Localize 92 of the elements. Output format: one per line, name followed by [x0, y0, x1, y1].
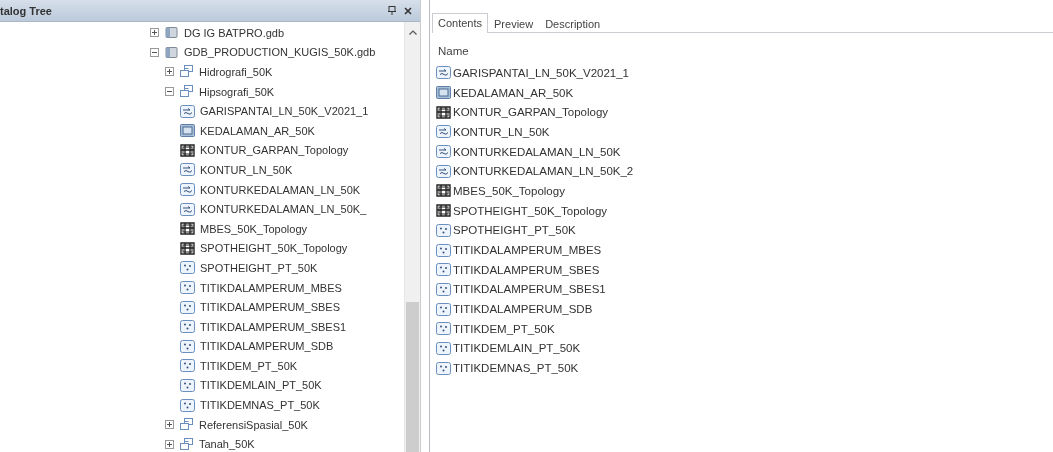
tree-item[interactable]: TITIKDEMNAS_PT_50K: [200, 399, 320, 412]
polygon-layer-icon: [180, 124, 195, 138]
tree-item[interactable]: TITIKDALAMPERUM_SDB: [200, 340, 334, 353]
panel-title: talog Tree: [0, 4, 52, 17]
list-item[interactable]: KEDALAMAN_AR_50K: [453, 86, 574, 99]
list-item[interactable]: TITIKDEM_PT_50K: [453, 322, 555, 335]
expand-icon[interactable]: [150, 28, 159, 38]
expand-icon[interactable]: [165, 439, 174, 449]
line-layer-icon: [436, 145, 451, 159]
list-item[interactable]: MBES_50K_Topology: [453, 184, 565, 197]
polygon-layer-icon: [436, 86, 451, 100]
tree-item[interactable]: KEDALAMAN_AR_50K: [200, 124, 315, 137]
list-item[interactable]: GARISPANTAI_LN_50K_V2021_1: [453, 66, 629, 79]
point-layer-icon: [436, 223, 451, 237]
database-icon: [164, 45, 179, 59]
tree-item[interactable]: GDB_PRODUCTION_KUGIS_50K.gdb: [184, 46, 376, 59]
tree-item[interactable]: TITIKDALAMPERUM_SBES1: [200, 320, 347, 333]
tree-item[interactable]: KONTURKEDALAMAN_LN_50K_: [200, 203, 367, 216]
tree-item[interactable]: Hidrografi_50K: [199, 66, 273, 78]
tree-item[interactable]: KONTURKEDALAMAN_LN_50K: [200, 183, 361, 196]
list-item[interactable]: TITIKDALAMPERUM_SDB: [453, 303, 593, 316]
dataset-icon: [179, 65, 194, 79]
close-icon[interactable]: [404, 6, 412, 15]
list-item[interactable]: TITIKDALAMPERUM_MBES: [453, 244, 602, 257]
tab[interactable]: Preview: [488, 14, 540, 33]
topology-icon: [436, 184, 451, 198]
list-item[interactable]: SPOTHEIGHT_50K_Topology: [453, 204, 608, 217]
column-header[interactable]: Name: [438, 45, 469, 57]
tree-item[interactable]: Tanah_50K: [199, 438, 255, 451]
tree-item[interactable]: GARISPANTAI_LN_50K_V2021_1: [200, 105, 369, 118]
tree-item[interactable]: KONTUR_LN_50K: [200, 163, 293, 176]
list-item[interactable]: KONTURKEDALAMAN_LN_50K_2: [453, 165, 634, 178]
list-item[interactable]: TITIKDEMNAS_PT_50K: [453, 362, 579, 375]
scrollbar[interactable]: [404, 22, 420, 452]
database-icon: [164, 26, 179, 40]
point-layer-icon: [180, 379, 195, 392]
scrollbar-thumb[interactable]: [406, 302, 419, 452]
point-layer-icon: [180, 281, 195, 294]
point-layer-icon: [436, 322, 451, 336]
tree-item[interactable]: TITIKDEM_PT_50K: [200, 359, 298, 372]
point-layer-icon: [180, 398, 195, 412]
topology-icon: [180, 241, 195, 255]
dataset-icon: [179, 85, 194, 99]
topology-icon: [436, 105, 451, 119]
tree-item[interactable]: TITIKDALAMPERUM_SBES: [200, 301, 340, 314]
list-item[interactable]: TITIKDALAMPERUM_SBES1: [453, 283, 606, 296]
line-layer-icon: [436, 125, 451, 139]
topology-icon: [436, 204, 451, 218]
point-layer-icon: [436, 302, 451, 316]
topology-icon: [180, 222, 195, 236]
collapse-icon[interactable]: [165, 87, 174, 97]
tree-item[interactable]: SPOTHEIGHT_50K_Topology: [200, 242, 348, 255]
line-layer-icon: [180, 104, 195, 118]
list-item[interactable]: TITIKDEMLAIN_PT_50K: [453, 342, 581, 355]
collapse-icon[interactable]: [150, 47, 159, 57]
point-layer-icon: [436, 341, 451, 355]
point-layer-icon: [436, 243, 451, 257]
tree-item[interactable]: Hipsografi_50K: [199, 85, 275, 98]
expand-icon[interactable]: [165, 67, 174, 77]
point-layer-icon: [436, 263, 451, 277]
expand-icon[interactable]: [165, 420, 174, 430]
line-layer-icon: [180, 183, 195, 197]
tree-item[interactable]: MBES_50K_Topology: [200, 222, 307, 235]
dataset-icon: [179, 418, 194, 432]
point-layer-icon: [180, 320, 195, 334]
point-layer-icon: [180, 339, 195, 353]
point-layer-icon: [180, 359, 195, 373]
point-layer-icon: [436, 282, 451, 296]
line-layer-icon: [436, 164, 451, 178]
topology-icon: [180, 143, 195, 157]
pin-icon[interactable]: [388, 6, 396, 15]
tree-item[interactable]: TITIKDALAMPERUM_MBES: [200, 281, 342, 294]
tree-item[interactable]: KONTUR_GARPAN_Topology: [200, 144, 349, 157]
line-layer-icon: [180, 163, 195, 177]
tree-item[interactable]: TITIKDEMLAIN_PT_50K: [200, 379, 322, 392]
point-layer-icon: [436, 361, 451, 375]
scroll-up-icon[interactable]: [408, 30, 417, 35]
list-item[interactable]: TITIKDALAMPERUM_SBES: [453, 263, 600, 276]
tree-item[interactable]: DG IG BATPRO.gdb: [184, 26, 285, 39]
list-item[interactable]: KONTUR_GARPAN_Topology: [453, 106, 609, 119]
point-layer-icon: [180, 300, 195, 314]
list-item[interactable]: KONTUR_LN_50K: [453, 125, 550, 138]
line-layer-icon: [436, 66, 451, 80]
list-item[interactable]: SPOTHEIGHT_PT_50K: [453, 224, 576, 237]
list-item[interactable]: KONTURKEDALAMAN_LN_50K: [453, 145, 621, 158]
tab[interactable]: Description: [539, 14, 607, 33]
line-layer-icon: [180, 202, 195, 216]
point-layer-icon: [180, 261, 195, 275]
tree-item[interactable]: ReferensiSpasial_50K: [199, 418, 308, 431]
tree-item[interactable]: SPOTHEIGHT_PT_50K: [200, 261, 318, 274]
tab[interactable]: Contents: [432, 13, 489, 33]
dataset-icon: [179, 437, 194, 451]
